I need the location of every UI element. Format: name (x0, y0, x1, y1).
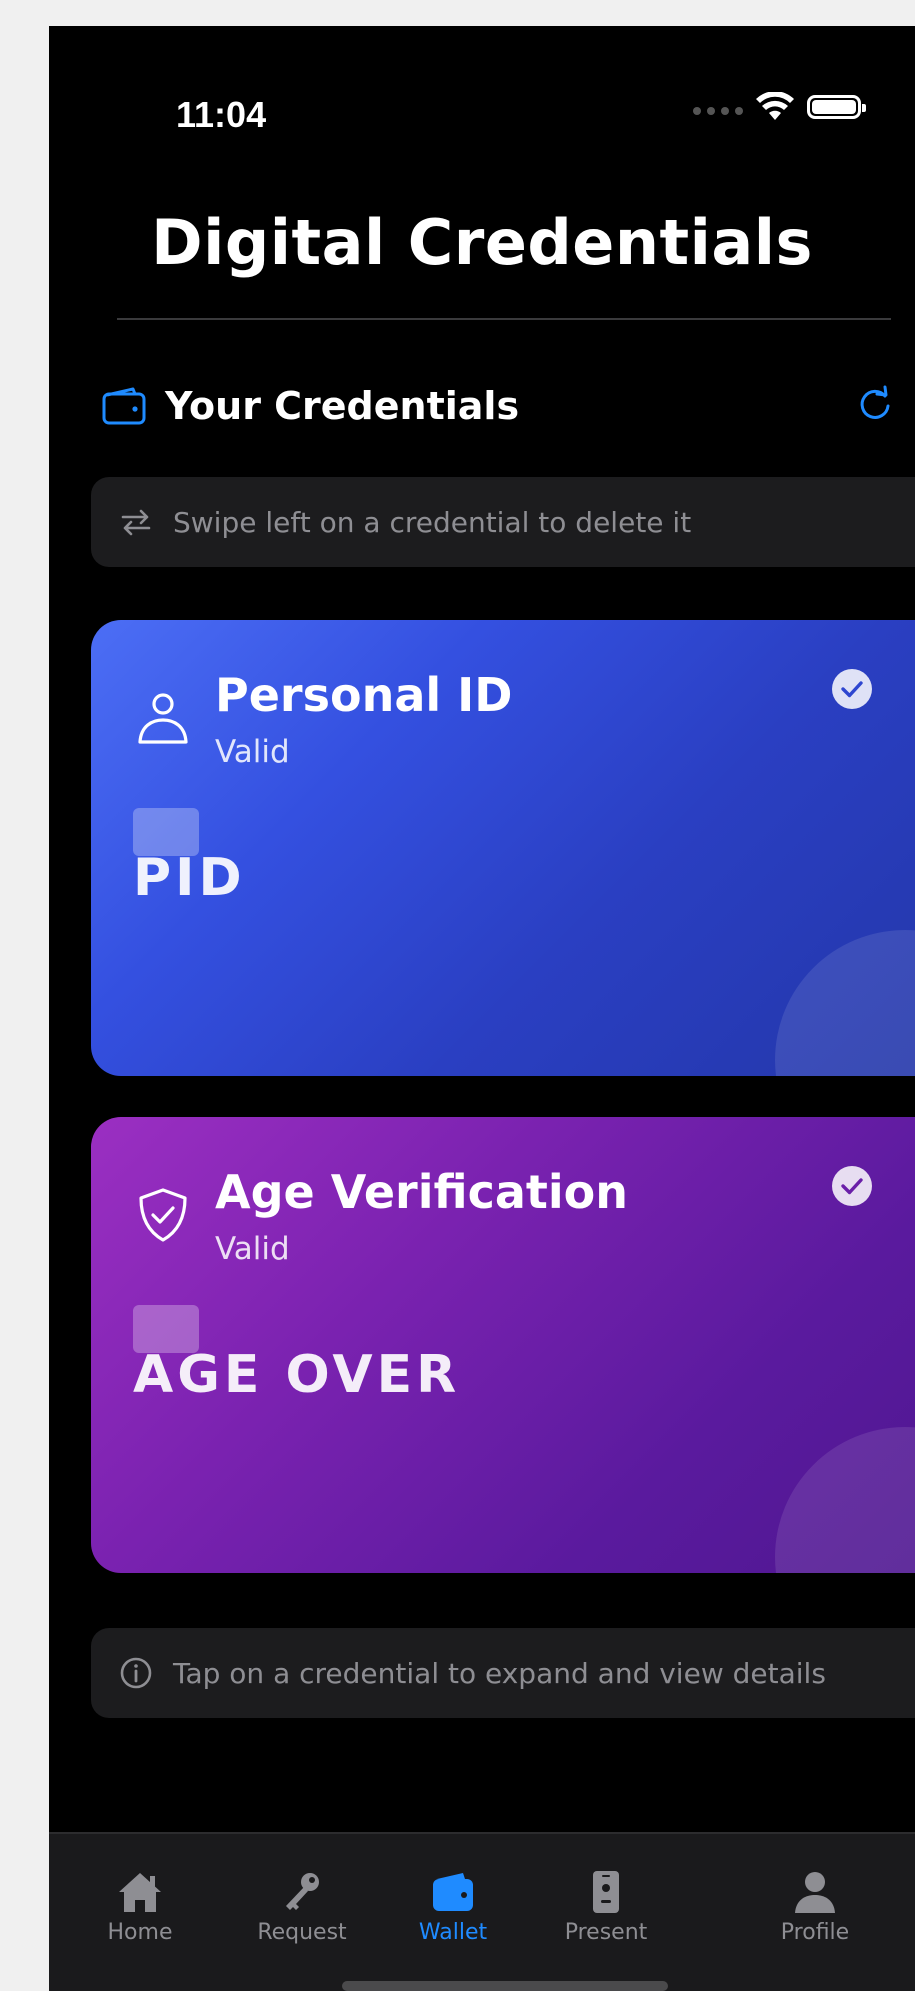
app-screen: 11:04 Digital Credentials Your Credentia… (49, 26, 915, 1991)
tab-present[interactable]: Present (526, 1870, 686, 1945)
wifi-icon (756, 92, 794, 120)
shield-check-icon (139, 1188, 187, 1242)
check-circle-icon (832, 1166, 872, 1206)
credential-code: AGE OVER (133, 1345, 461, 1405)
credential-status: Valid (215, 1231, 290, 1267)
house-icon (119, 1873, 161, 1912)
expand-hint: Tap on a credential to expand and view d… (91, 1628, 915, 1718)
card-decoration (775, 930, 915, 1076)
person-icon (795, 1872, 835, 1913)
tab-profile[interactable]: Profile (755, 1870, 875, 1945)
tab-wallet[interactable]: Wallet (373, 1870, 533, 1945)
tab-bar: Home Request Wallet Present Profile (49, 1832, 915, 1991)
swap-arrows-icon (121, 509, 151, 536)
tab-label: Present (564, 1920, 648, 1945)
section-header: Your Credentials (101, 378, 915, 434)
badge-icon (593, 1871, 619, 1913)
card-decoration (775, 1427, 915, 1573)
credential-code: PID (133, 848, 246, 908)
check-circle-icon (832, 669, 872, 709)
tab-home[interactable]: Home (60, 1870, 220, 1945)
cellular-signal-icon (693, 107, 743, 115)
credential-card-age-verification[interactable]: Age Verification Valid AGE OVER (91, 1117, 915, 1573)
tab-label: Request (257, 1920, 347, 1945)
refresh-icon[interactable] (855, 384, 895, 424)
wallet-icon (433, 1873, 473, 1911)
page-title: Digital Credentials (151, 206, 813, 279)
title-divider (117, 318, 891, 320)
credential-title: Age Verification (215, 1165, 628, 1219)
wallet-icon (102, 387, 146, 425)
section-title: Your Credentials (165, 384, 520, 428)
credential-title: Personal ID (215, 668, 513, 722)
swipe-hint-text: Swipe left on a credential to delete it (173, 505, 692, 539)
status-time: 11:04 (176, 94, 267, 135)
tab-request[interactable]: Request (222, 1870, 382, 1945)
swipe-hint: Swipe left on a credential to delete it (91, 477, 915, 567)
credential-status: Valid (215, 734, 290, 770)
tab-label: Home (107, 1920, 173, 1945)
person-icon (138, 693, 188, 744)
status-icons (693, 92, 866, 122)
battery-icon (807, 95, 866, 119)
home-indicator[interactable] (342, 1981, 668, 1991)
tab-label: Wallet (418, 1920, 488, 1945)
credential-card-personal-id[interactable]: Personal ID Valid PID (91, 620, 915, 1076)
key-icon (286, 1873, 319, 1910)
tab-label: Profile (780, 1920, 850, 1945)
info-icon (120, 1657, 152, 1689)
expand-hint-text: Tap on a credential to expand and view d… (173, 1656, 826, 1690)
